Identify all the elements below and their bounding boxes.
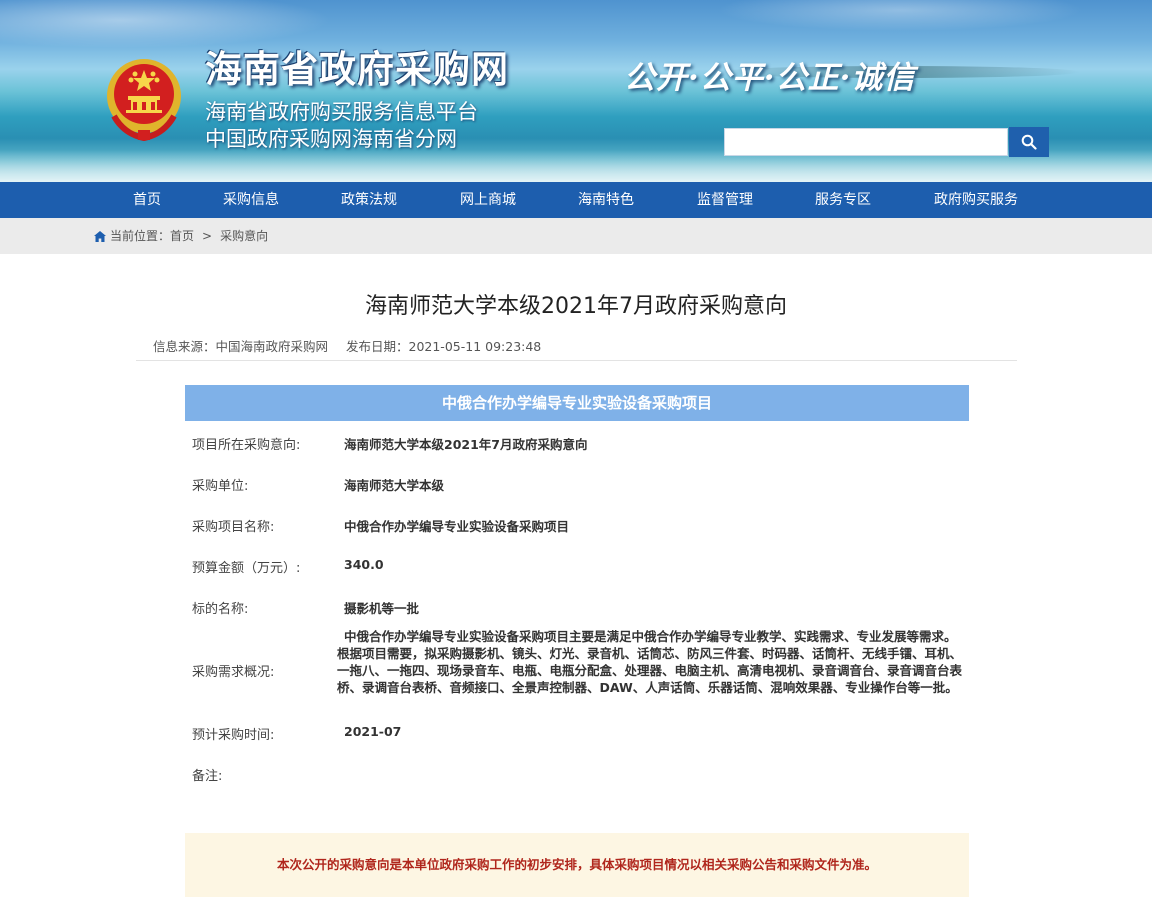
row-label-time: 预计采购时间: xyxy=(192,728,275,743)
row-value-intent: 海南师范大学本级2021年7月政府采购意向 xyxy=(344,437,588,452)
nav-item-procurement-info[interactable]: 采购信息 xyxy=(213,182,289,218)
row-label-project-name: 采购项目名称: xyxy=(192,520,275,535)
national-emblem-icon xyxy=(107,59,181,142)
row-label-requirements: 采购需求概况: xyxy=(192,665,275,680)
disclaimer-notice: 本次公开的采购意向是本单位政府采购工作的初步安排，具体采购项目情况以相关采购公告… xyxy=(185,833,969,897)
breadcrumb-bar: 当前位置： 首页 > 采购意向 xyxy=(0,218,1152,254)
row-value-time: 2021-07 xyxy=(344,724,402,739)
main-nav: 首页 采购信息 政策法规 网上商城 海南特色 监督管理 服务专区 政府购买服务 xyxy=(0,182,1152,218)
row-value-project-name: 中俄合作办学编导专业实验设备采购项目 xyxy=(344,519,570,534)
breadcrumb-home-link[interactable]: 首页 xyxy=(170,218,194,254)
breadcrumb: 当前位置： 首页 > 采购意向 xyxy=(94,218,268,254)
search-icon xyxy=(1021,134,1037,150)
row-label-budget: 预算金额（万元）: xyxy=(192,561,301,576)
article-title: 海南师范大学本级2021年7月政府采购意向 xyxy=(365,294,787,319)
row-value-requirements: 中俄合作办学编导专业实验设备采购项目主要是满足中俄合作办学编导专业教学、实践需求… xyxy=(337,629,963,695)
row-label-intent: 项目所在采购意向: xyxy=(192,438,301,453)
row-label-remarks: 备注: xyxy=(192,769,223,784)
breadcrumb-separator: > xyxy=(202,229,213,243)
site-subtitle-2: 中国政府采购网海南省分网 xyxy=(205,127,457,151)
project-heading: 中俄合作办学编导专业实验设备采购项目 xyxy=(185,385,969,421)
nav-item-hainan-features[interactable]: 海南特色 xyxy=(568,182,644,218)
article-source: 信息来源：中国海南政府采购网 xyxy=(153,339,329,354)
nav-item-home[interactable]: 首页 xyxy=(118,182,176,218)
row-value-budget: 340.0 xyxy=(344,557,384,572)
site-subtitle-1: 海南省政府购买服务信息平台 xyxy=(205,100,478,124)
article-meta: 信息来源：中国海南政府采购网 发布日期：2021-05-11 09:23:48 xyxy=(153,336,541,355)
nav-item-online-mall[interactable]: 网上商城 xyxy=(450,182,526,218)
nav-item-service-zone[interactable]: 服务专区 xyxy=(805,182,881,218)
breadcrumb-current-link[interactable]: 采购意向 xyxy=(220,218,268,254)
row-label-subject: 标的名称: xyxy=(192,602,249,617)
nav-item-gov-service-purchase[interactable]: 政府购买服务 xyxy=(921,182,1031,218)
header-banner: 海南省政府采购网 海南省政府购买服务信息平台 中国政府采购网海南省分网 公开·公… xyxy=(0,0,1152,182)
nav-item-policies[interactable]: 政策法规 xyxy=(331,182,407,218)
row-value-subject: 摄影机等一批 xyxy=(344,601,420,616)
search-input[interactable] xyxy=(724,128,1008,156)
search-button[interactable] xyxy=(1009,127,1049,157)
site-title: 海南省政府采购网 xyxy=(205,47,509,91)
nav-item-supervision[interactable]: 监督管理 xyxy=(687,182,763,218)
row-value-unit: 海南师范大学本级 xyxy=(344,478,445,493)
breadcrumb-prefix: 当前位置： xyxy=(110,229,171,243)
article-divider xyxy=(136,360,1017,361)
home-icon xyxy=(94,230,106,242)
row-label-unit: 采购单位: xyxy=(192,479,249,494)
article-publish-date: 发布日期：2021-05-11 09:23:48 xyxy=(346,339,542,354)
site-slogan: 公开·公平·公正·诚信 xyxy=(624,60,916,96)
